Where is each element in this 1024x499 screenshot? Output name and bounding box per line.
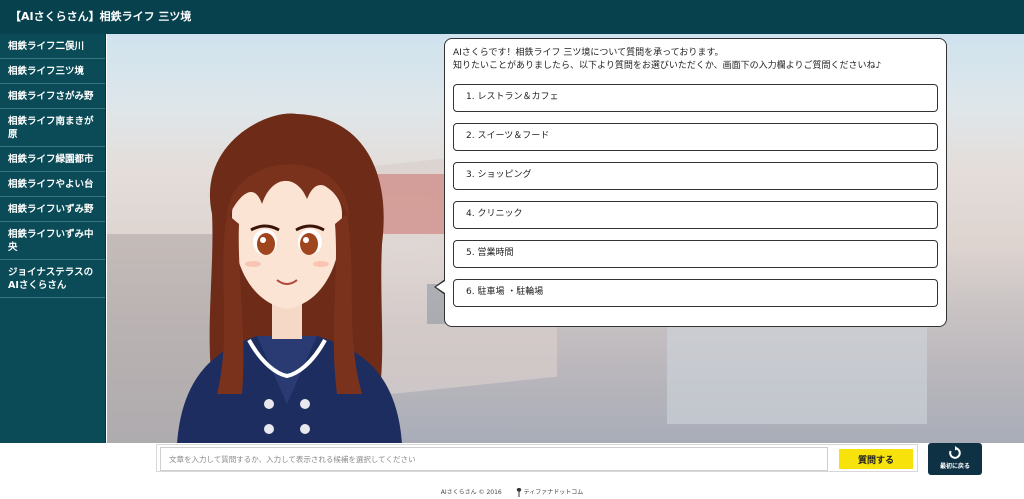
sidebar-item-yayoidai[interactable]: 相鉄ライフやよい台 — [0, 172, 105, 197]
ask-button[interactable]: 質問する — [839, 449, 913, 469]
question-input[interactable] — [160, 447, 828, 471]
sidebar-item-izumichuo[interactable]: 相鉄ライフいずみ中央 — [0, 222, 105, 260]
page-title: 【AIさくらさん】相鉄ライフ 三ツ境 — [10, 10, 192, 23]
sidebar: 相鉄ライフ二俣川 相鉄ライフ三ツ境 相鉄ライフさがみ野 相鉄ライフ南まきが原 相… — [0, 34, 106, 443]
question-options: 1. レストラン＆カフェ 2. スイーツ＆フード 3. ショッピング 4. クリ… — [453, 84, 938, 307]
option-sweets-food[interactable]: 2. スイーツ＆フード — [453, 123, 938, 151]
sidebar-item-joinus-terrace[interactable]: ジョイナステラスのAIさくらさん — [0, 260, 105, 298]
sidebar-item-mitsukyo[interactable]: 相鉄ライフ三ツ境 — [0, 59, 105, 84]
sidebar-item-sagamino[interactable]: 相鉄ライフさがみ野 — [0, 84, 105, 109]
sidebar-item-izumino[interactable]: 相鉄ライフいずみ野 — [0, 197, 105, 222]
ai-sakura-avatar — [177, 113, 402, 443]
speech-bubble: AIさくらです！相鉄ライフ 三ツ境について質問を承っております。 知りたいことが… — [434, 38, 947, 327]
option-shopping[interactable]: 3. ショッピング — [453, 162, 938, 190]
background-building — [667, 314, 927, 424]
question-form: 質問する — [156, 444, 918, 472]
intro-line-1: AIさくらです！相鉄ライフ 三ツ境について質問を承っております。 — [453, 48, 724, 58]
reset-label: 最初に戻る — [939, 463, 970, 470]
bubble-intro: AIさくらです！相鉄ライフ 三ツ境について質問を承っております。 知りたいことが… — [453, 47, 938, 73]
option-parking[interactable]: 6. 駐車場 ・駐輪場 — [453, 279, 938, 307]
intro-line-2: 知りたいことがありましたら、以下より質問をお選びいただくか、画面下の入力欄よりご… — [453, 61, 882, 71]
refresh-icon — [949, 446, 961, 459]
app-header: 【AIさくらさん】相鉄ライフ 三ツ境 — [0, 0, 1024, 34]
reset-button[interactable]: 最初に戻る — [928, 443, 982, 475]
plant-icon — [516, 488, 521, 497]
copyright-text: AIさくらさん © 2016 — [440, 489, 502, 496]
sidebar-item-futamatagawa[interactable]: 相鉄ライフ二俣川 — [0, 34, 105, 59]
option-restaurant-cafe[interactable]: 1. レストラン＆カフェ — [453, 84, 938, 112]
chat-stage: AIさくらです！相鉄ライフ 三ツ境について質問を承っております。 知りたいことが… — [107, 34, 1024, 443]
option-business-hours[interactable]: 5. 営業時間 — [453, 240, 938, 268]
sidebar-item-ryokuentoshi[interactable]: 相鉄ライフ緑園都市 — [0, 147, 105, 172]
company-link[interactable]: ティファナドットコム — [524, 489, 584, 496]
footer: AIさくらさん © 2016 ティファナドットコム — [0, 486, 1024, 499]
sidebar-item-minamimakigahara[interactable]: 相鉄ライフ南まきが原 — [0, 109, 105, 147]
bubble-tail — [434, 279, 445, 295]
option-clinic[interactable]: 4. クリニック — [453, 201, 938, 229]
